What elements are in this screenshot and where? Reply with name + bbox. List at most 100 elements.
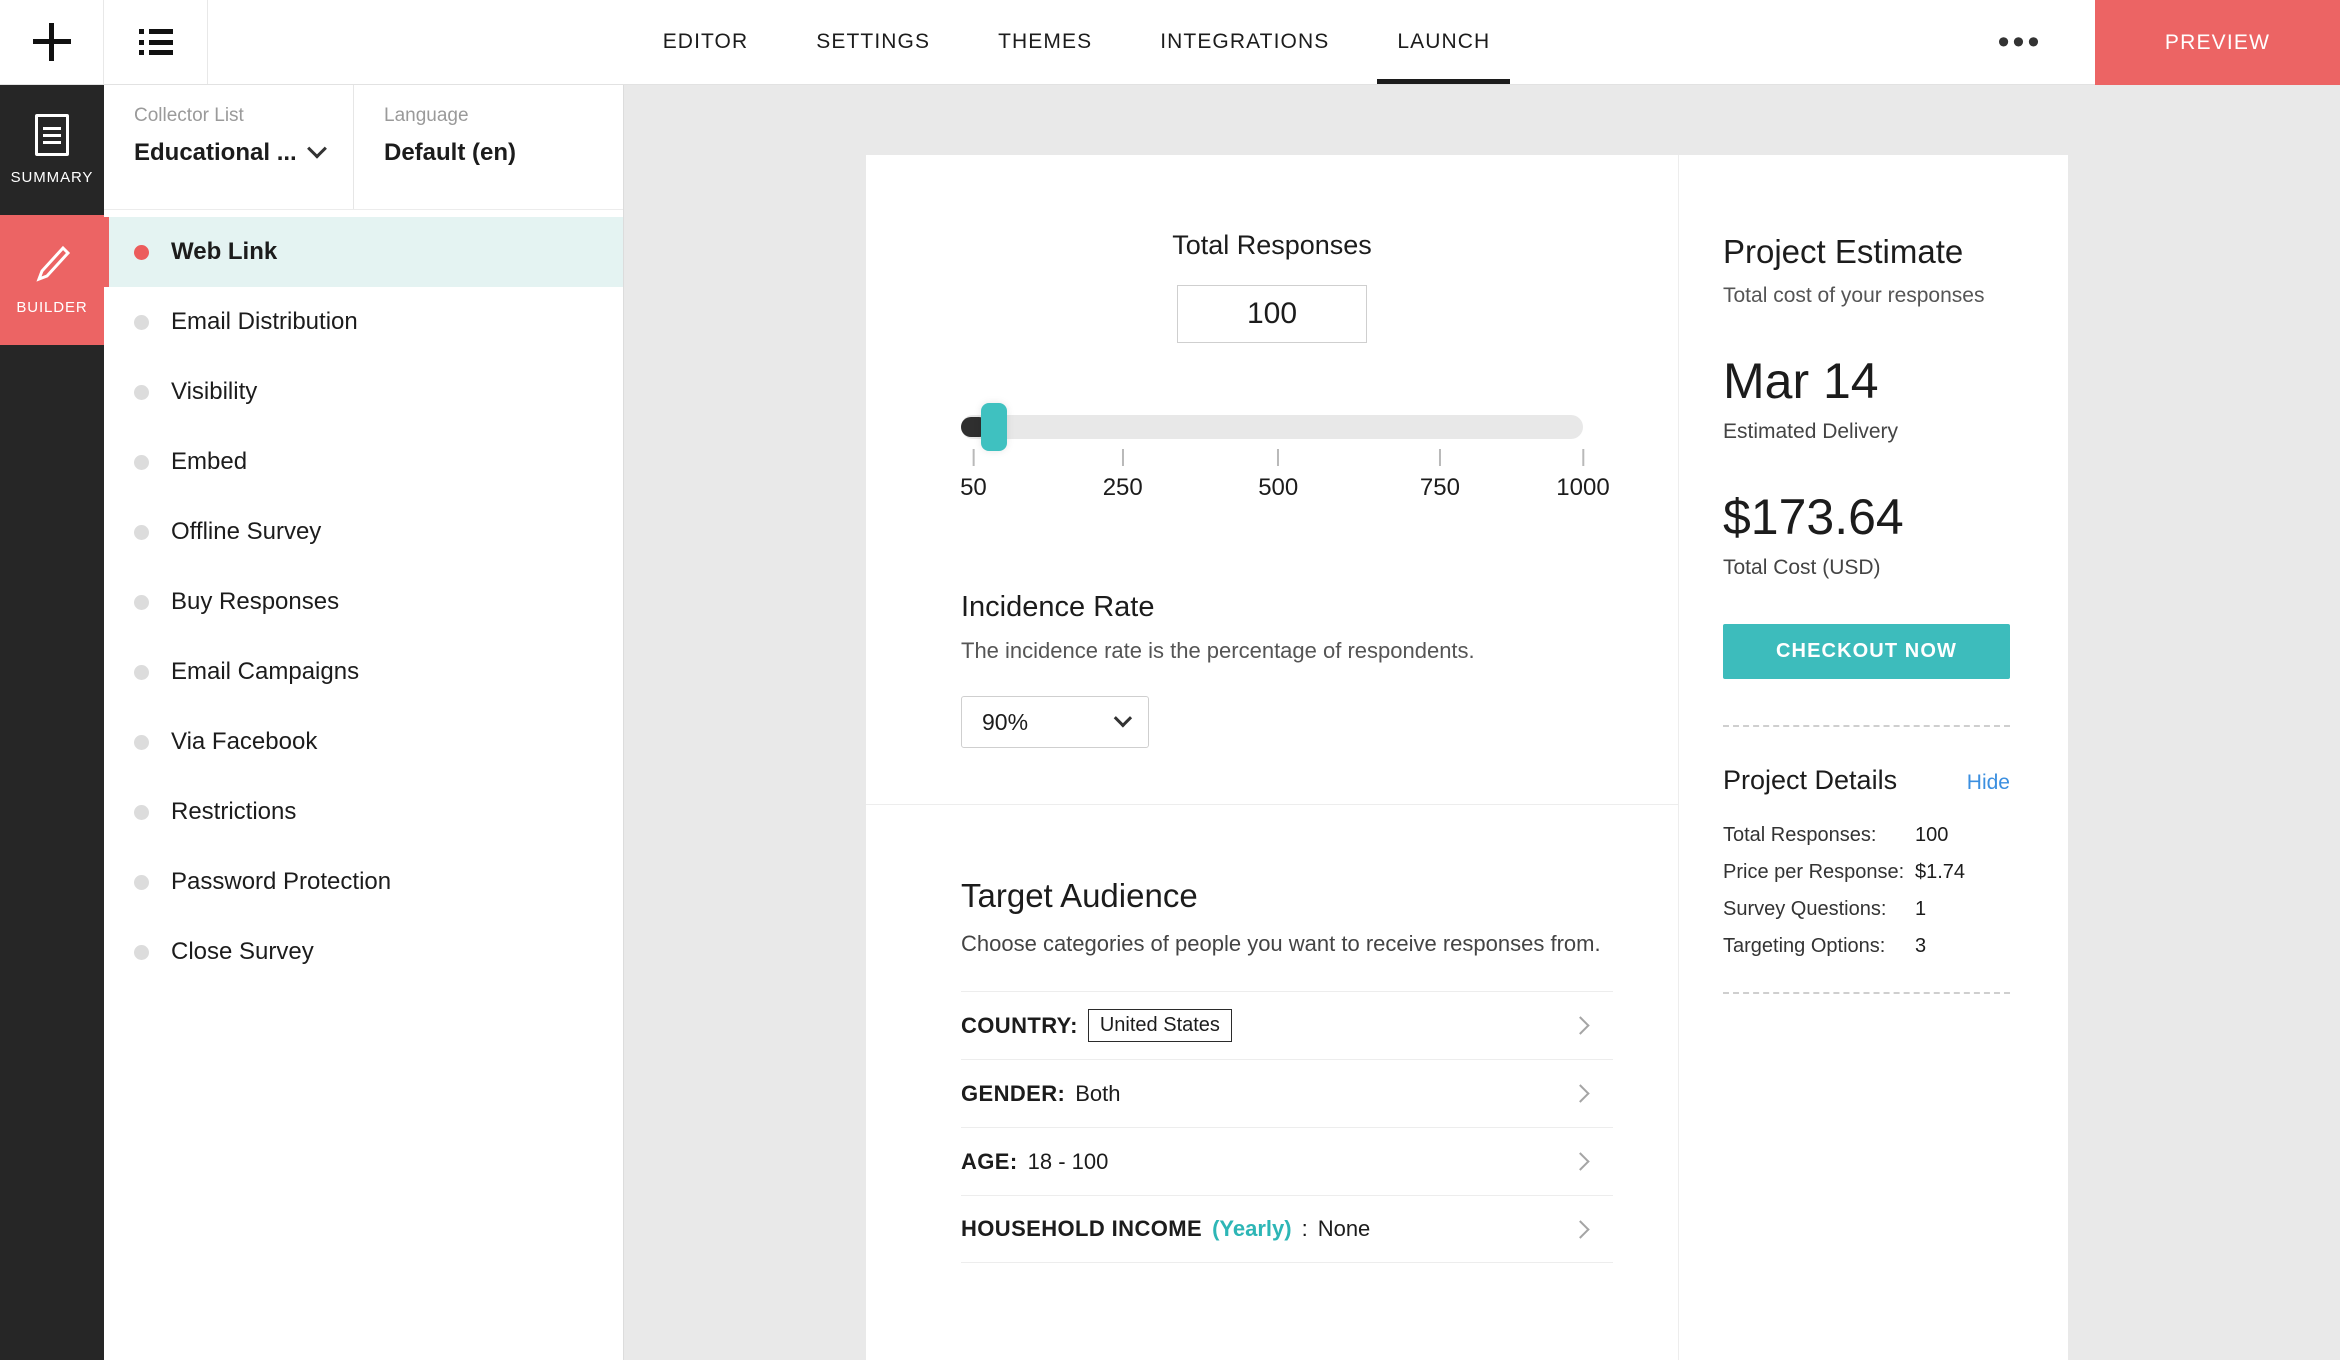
- plus-icon: [33, 23, 71, 61]
- slider-ticks: 50 250 500 750: [961, 449, 1583, 501]
- buy-responses-card: Total Responses 100 50: [866, 155, 1678, 1360]
- sidebar-item-visibility[interactable]: Visibility: [104, 357, 623, 427]
- estimated-delivery-date: Mar 14: [1723, 352, 2012, 410]
- collector-list-value-wrap: Educational ...: [134, 139, 327, 167]
- detail-label: Targeting Options:: [1723, 935, 1915, 958]
- target-audience-rows: COUNTRY: United States GENDER: Both: [961, 991, 1613, 1263]
- collector-list-selector[interactable]: Collector List Educational ...: [104, 85, 354, 209]
- sidebar-item-label: Offline Survey: [171, 518, 321, 546]
- sidebar-item-label: Visibility: [171, 378, 257, 406]
- collector-list-value: Educational ...: [134, 139, 297, 167]
- target-row-age[interactable]: AGE: 18 - 100: [961, 1127, 1613, 1195]
- language-label: Language: [384, 105, 516, 127]
- target-audience-block: Target Audience Choose categories of peo…: [866, 805, 1678, 1263]
- total-responses-input[interactable]: 100: [1177, 285, 1367, 343]
- detail-row-price-per-response: Price per Response: $1.74: [1723, 861, 2010, 884]
- target-row-key: HOUSEHOLD INCOME: [961, 1216, 1202, 1242]
- rail-item-builder-label: BUILDER: [16, 299, 87, 316]
- sidebar-item-embed[interactable]: Embed: [104, 427, 623, 497]
- detail-row-survey-questions: Survey Questions: 1: [1723, 898, 2010, 921]
- project-estimate-card: Project Estimate Total cost of your resp…: [1678, 155, 2068, 1360]
- detail-value: 3: [1915, 935, 1926, 958]
- document-icon: [35, 114, 69, 156]
- chevron-right-icon: [1571, 1220, 1589, 1238]
- project-estimate-title: Project Estimate: [1723, 233, 2012, 271]
- target-row-content: COUNTRY: United States: [961, 1009, 1232, 1042]
- app-root: EDITOR SETTINGS THEMES INTEGRATIONS LAUN…: [0, 0, 2340, 1360]
- language-selector[interactable]: Language Default (en): [354, 85, 542, 209]
- rail-item-summary[interactable]: SUMMARY: [0, 85, 104, 215]
- main-nav-tabs: EDITOR SETTINGS THEMES INTEGRATIONS LAUN…: [208, 0, 1945, 84]
- project-details-title: Project Details: [1723, 765, 1897, 796]
- sidebar-item-label: Via Facebook: [171, 728, 317, 756]
- content-area: Total Responses 100 50: [624, 85, 2340, 1360]
- incidence-rate-title: Incidence Rate: [961, 591, 1678, 624]
- status-dot-icon: [134, 315, 149, 330]
- sidebar-item-via-facebook[interactable]: Via Facebook: [104, 707, 623, 777]
- chevron-down-icon: [1114, 709, 1132, 727]
- preview-button[interactable]: PREVIEW: [2095, 0, 2340, 85]
- divider: [1723, 725, 2010, 727]
- status-dot-icon: [134, 665, 149, 680]
- target-row-value: 18 - 100: [1028, 1149, 1109, 1175]
- responses-slider[interactable]: 50 250 500 750: [961, 415, 1583, 501]
- tick-mark: [972, 449, 974, 466]
- sidebar-item-web-link[interactable]: Web Link: [104, 217, 623, 287]
- status-dot-icon: [134, 805, 149, 820]
- sidebar-item-offline-survey[interactable]: Offline Survey: [104, 497, 623, 567]
- sidebar-item-label: Email Campaigns: [171, 658, 359, 686]
- sidebar-item-label: Restrictions: [171, 798, 296, 826]
- rail-item-builder[interactable]: BUILDER: [0, 215, 104, 345]
- detail-value: 100: [1915, 824, 1948, 847]
- tab-integrations[interactable]: INTEGRATIONS: [1126, 0, 1363, 84]
- sidebar-item-restrictions[interactable]: Restrictions: [104, 777, 623, 847]
- project-details-rows: Total Responses: 100 Price per Response:…: [1723, 824, 2010, 958]
- slider-tick: 500: [1258, 449, 1298, 502]
- incidence-rate-select[interactable]: 90%: [961, 696, 1149, 748]
- status-dot-icon: [134, 525, 149, 540]
- tab-themes-label: THEMES: [998, 30, 1092, 54]
- detail-row-targeting-options: Targeting Options: 3: [1723, 935, 2010, 958]
- tab-themes[interactable]: THEMES: [964, 0, 1126, 84]
- slider-handle[interactable]: [981, 403, 1007, 451]
- target-row-key: AGE:: [961, 1149, 1018, 1175]
- sidebar-item-email-distribution[interactable]: Email Distribution: [104, 287, 623, 357]
- overflow-menu-button[interactable]: •••: [1945, 0, 2095, 84]
- tab-launch[interactable]: LAUNCH: [1363, 0, 1524, 84]
- tick-label: 750: [1420, 474, 1460, 502]
- checkout-now-button[interactable]: CHECKOUT NOW: [1723, 624, 2010, 679]
- sidebar-item-label: Close Survey: [171, 938, 314, 966]
- sidebar-item-buy-responses[interactable]: Buy Responses: [104, 567, 623, 637]
- sidebar-item-password-protection[interactable]: Password Protection: [104, 847, 623, 917]
- target-row-household-income[interactable]: HOUSEHOLD INCOME (Yearly) : None: [961, 1195, 1613, 1263]
- ellipsis-icon: •••: [1998, 37, 2043, 47]
- preview-button-label: PREVIEW: [2165, 31, 2270, 55]
- project-estimate-inner: Project Estimate Total cost of your resp…: [1679, 155, 2068, 994]
- left-rail: SUMMARY BUILDER: [0, 85, 104, 1360]
- sidebar-item-email-campaigns[interactable]: Email Campaigns: [104, 637, 623, 707]
- tab-settings-label: SETTINGS: [816, 30, 930, 54]
- add-button[interactable]: [0, 0, 104, 84]
- tab-editor[interactable]: EDITOR: [629, 0, 783, 84]
- sidebar-item-label: Buy Responses: [171, 588, 339, 616]
- project-details-header: Project Details Hide: [1723, 765, 2010, 796]
- slider-tick: 1000: [1556, 449, 1609, 502]
- sidebar-item-close-survey[interactable]: Close Survey: [104, 917, 623, 987]
- target-row-content: AGE: 18 - 100: [961, 1149, 1108, 1175]
- status-dot-icon: [134, 595, 149, 610]
- hide-details-link[interactable]: Hide: [1967, 771, 2010, 795]
- tick-label: 500: [1258, 474, 1298, 502]
- tick-label: 250: [1103, 474, 1143, 502]
- target-row-country[interactable]: COUNTRY: United States: [961, 991, 1613, 1059]
- status-dot-icon: [134, 945, 149, 960]
- target-row-separator: :: [1302, 1216, 1308, 1242]
- slider-track[interactable]: [961, 415, 1583, 439]
- incidence-rate-description: The incidence rate is the percentage of …: [961, 638, 1678, 664]
- target-row-gender[interactable]: GENDER: Both: [961, 1059, 1613, 1127]
- survey-list-button[interactable]: [104, 0, 208, 84]
- language-value: Default (en): [384, 139, 516, 167]
- detail-label: Survey Questions:: [1723, 898, 1915, 921]
- total-cost-value: $173.64: [1723, 488, 2012, 546]
- tab-settings[interactable]: SETTINGS: [782, 0, 964, 84]
- tick-label: 50: [960, 474, 987, 502]
